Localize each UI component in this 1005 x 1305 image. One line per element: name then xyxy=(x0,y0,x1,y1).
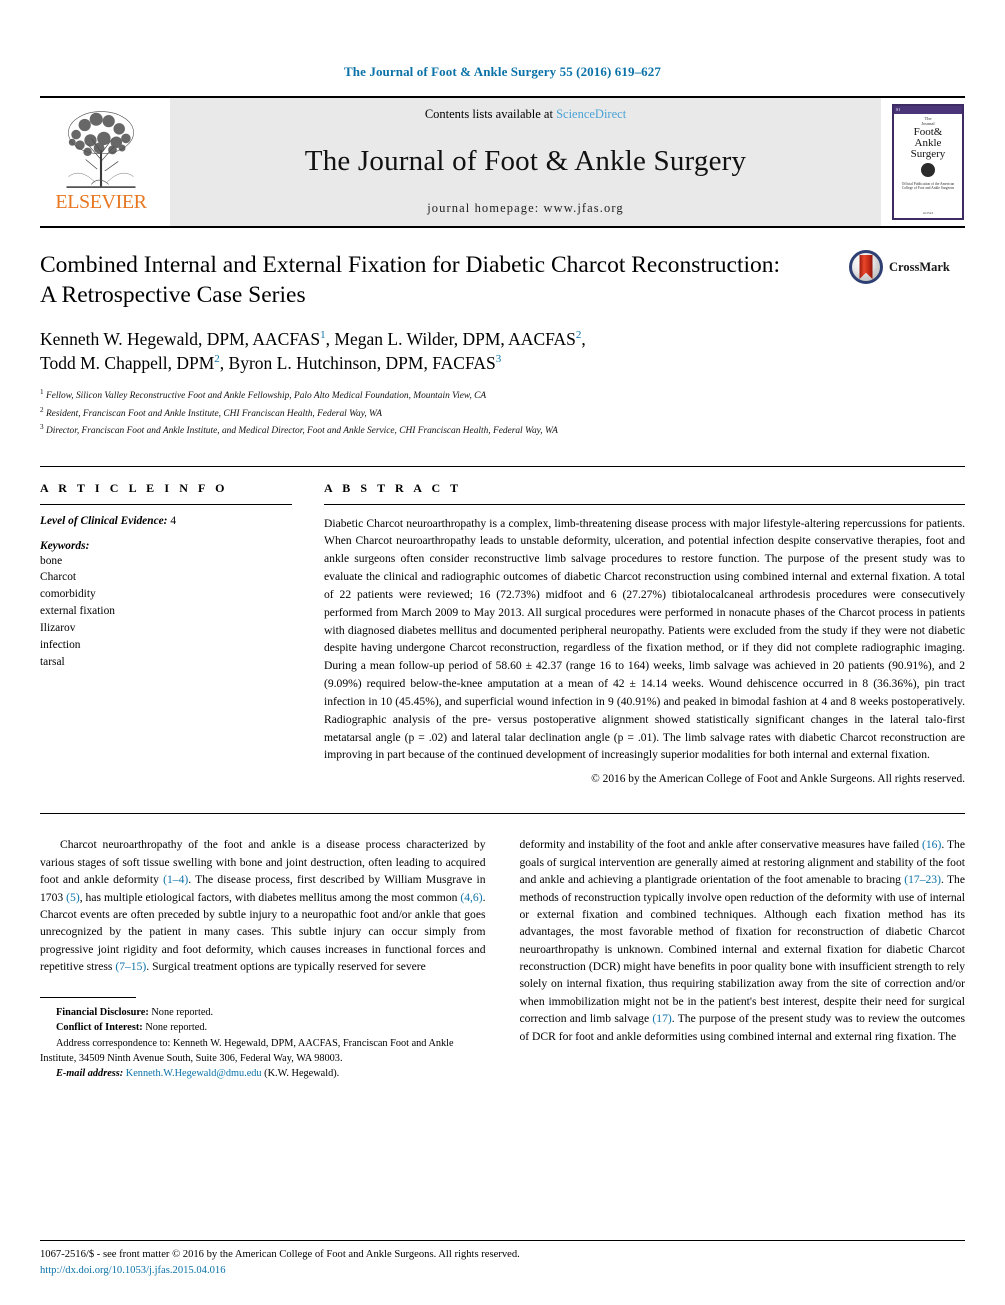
body-right-part1: deformity and instability of the foot an… xyxy=(519,838,923,852)
author-list: Kenneth W. Hegewald, DPM, AACFAS1, Megan… xyxy=(40,327,810,375)
cover-footer-text: Official Publication of the American Col… xyxy=(901,181,955,191)
author-line-1: Kenneth W. Hegewald, DPM, AACFAS1, Megan… xyxy=(40,329,586,349)
conflict-of-interest-label: Conflict of Interest: xyxy=(56,1022,143,1034)
body-column-left: Charcot neuroarthropathy of the foot and… xyxy=(40,836,486,1080)
elsevier-wordmark: ELSEVIER xyxy=(55,191,147,213)
author-line-2: Todd M. Chappell, DPM2, Byron L. Hutchin… xyxy=(40,353,501,373)
elsevier-logo-block: ELSEVIER xyxy=(40,98,162,226)
list-item: infection xyxy=(40,638,81,651)
correspondence-note: Address correspondence to: Kenneth W. He… xyxy=(40,1037,454,1064)
article-page: The Journal of Foot & Ankle Surgery 55 (… xyxy=(0,0,1005,1305)
body-right-part3: . The methods of reconstruction typicall… xyxy=(519,873,966,1026)
abstract-rule xyxy=(324,503,965,505)
journal-masthead: ELSEVIER Contents lists available at Sci… xyxy=(40,96,965,226)
article-info-heading: A R T I C L E I N F O xyxy=(40,480,229,495)
journal-homepage-line[interactable]: journal homepage: www.jfas.org xyxy=(427,201,624,216)
intro-paragraph-right: deformity and instability of the foot an… xyxy=(520,836,966,1045)
intro-paragraph-left: Charcot neuroarthropathy of the foot and… xyxy=(40,836,486,975)
list-item: Ilizarov xyxy=(40,622,76,635)
cover-topbar: S1 xyxy=(894,106,962,114)
journal-cover-thumbnail[interactable]: S1 The Journal Foot& Ankle Surgery Offic… xyxy=(892,104,964,220)
cover-title-line3: Surgery xyxy=(910,147,946,160)
email-suffix: (K.W. Hegewald). xyxy=(261,1067,340,1079)
author-1-name: Kenneth W. Hegewald, DPM, AACFAS xyxy=(40,329,321,350)
crossmark-label: CrossMark xyxy=(889,259,950,274)
list-item: external fixation xyxy=(40,605,115,618)
financial-disclosure-value: None reported. xyxy=(148,1007,214,1019)
cover-title: Foot& Ankle Surgery xyxy=(910,126,946,160)
body-columns: Charcot neuroarthropathy of the foot and… xyxy=(40,813,965,1080)
level-of-evidence-value: 4 xyxy=(170,514,177,527)
keywords-list: bone Charcot comorbidity external fixati… xyxy=(40,553,292,671)
abstract-text: Diabetic Charcot neuroarthropathy is a c… xyxy=(324,516,965,762)
contents-prefix-text: Contents lists available at xyxy=(424,107,557,121)
author-line-1-comma: , xyxy=(581,329,586,350)
list-item: comorbidity xyxy=(40,588,96,601)
journal-banner: Contents lists available at ScienceDirec… xyxy=(170,98,881,226)
citation-ref[interactable]: (17–23) xyxy=(904,873,941,886)
body-left-part5: . Surgical treatment options are typical… xyxy=(146,960,426,974)
citation-ref[interactable]: (4,6) xyxy=(460,891,482,904)
affiliation-3-marker: 3 xyxy=(40,423,44,432)
list-item: Charcot xyxy=(40,571,77,584)
abstract-column: A B S T R A C T Diabetic Charcot neuroar… xyxy=(324,480,965,786)
abstract-copyright: © 2016 by the American College of Foot a… xyxy=(591,773,965,786)
journal-cover-block: S1 The Journal Foot& Ankle Surgery Offic… xyxy=(891,98,965,226)
abstract-heading: A B S T R A C T xyxy=(324,480,462,495)
crossmark-icon xyxy=(849,250,883,284)
author-4-affiliation-marker: 3 xyxy=(495,353,502,366)
citation-ref[interactable]: (17) xyxy=(652,1012,671,1025)
page-title: Combined Internal and External Fixation … xyxy=(40,252,781,309)
keywords-label: Keywords: xyxy=(40,539,90,552)
author-4-name: , Byron L. Hutchinson, DPM, FACFAS xyxy=(219,353,496,374)
affiliation-1-text: Fellow, Silicon Valley Reconstructive Fo… xyxy=(45,391,487,402)
citation-ref[interactable]: (16) xyxy=(922,838,941,851)
level-of-evidence: Level of Clinical Evidence: 4 xyxy=(40,515,292,527)
citation-ref[interactable]: (1–4) xyxy=(163,873,188,886)
affiliation-3-text: Director, Franciscan Foot and Ankle Inst… xyxy=(45,426,558,437)
contents-available-line: Contents lists available at ScienceDirec… xyxy=(425,107,626,122)
citation-ref[interactable]: (7–15) xyxy=(115,960,146,973)
citation-ref[interactable]: (5) xyxy=(66,891,80,904)
sciencedirect-link[interactable]: ScienceDirect xyxy=(556,107,626,121)
affiliation-list: 1 Fellow, Silicon Valley Reconstructive … xyxy=(40,387,965,439)
crossmark-ribbon-shape xyxy=(859,255,873,279)
masthead-bottom-rule xyxy=(40,226,965,228)
elsevier-tree-icon xyxy=(66,111,136,188)
page-footer: 1067-2516/$ - see front matter © 2016 by… xyxy=(40,1240,965,1279)
financial-disclosure-note: Financial Disclosure: None reported. xyxy=(40,1005,486,1020)
article-info-column: A R T I C L E I N F O Level of Clinical … xyxy=(40,481,292,786)
conflict-of-interest-value: None reported. xyxy=(142,1022,208,1034)
cover-bottombar-text: ACFAS xyxy=(922,211,934,215)
level-of-evidence-label: Level of Clinical Evidence: xyxy=(40,514,168,527)
email-link[interactable]: Kenneth.W.Hegewald@dmu.edu xyxy=(126,1068,262,1079)
cover-seal-icon xyxy=(921,162,935,177)
doi-link[interactable]: http://dx.doi.org/10.1053/j.jfas.2015.04… xyxy=(40,1265,226,1276)
author-2-name: , Megan L. Wilder, DPM, AACFAS xyxy=(325,329,576,350)
email-label: E-mail address: xyxy=(56,1067,124,1079)
title-block: CrossMark Combined Internal and External… xyxy=(40,250,965,440)
running-head: The Journal of Foot & Ankle Surgery 55 (… xyxy=(344,64,661,79)
conflict-of-interest-note: Conflict of Interest: None reported. xyxy=(40,1020,486,1035)
issn-line: 1067-2516/$ - see front matter © 2016 by… xyxy=(40,1249,520,1261)
footnote-rule xyxy=(40,997,136,999)
crossmark-badge-group[interactable]: CrossMark xyxy=(849,250,965,284)
affiliation-2-text: Resident, Franciscan Foot and Ankle Inst… xyxy=(45,408,382,419)
article-info-rule xyxy=(40,503,292,505)
affiliation-item: 1 Fellow, Silicon Valley Reconstructive … xyxy=(40,387,965,404)
email-note: E-mail address: Kenneth.W.Hegewald@dmu.e… xyxy=(40,1066,486,1081)
list-item: bone xyxy=(40,554,63,567)
journal-title: The Journal of Foot & Ankle Surgery xyxy=(304,145,747,177)
list-item: tarsal xyxy=(40,655,65,668)
footnote-block: Financial Disclosure: None reported. Con… xyxy=(40,997,486,1080)
affiliation-item: 2 Resident, Franciscan Foot and Ankle In… xyxy=(40,405,965,422)
author-3-name: Todd M. Chappell, DPM xyxy=(40,353,215,374)
affiliation-item: 3 Director, Franciscan Foot and Ankle In… xyxy=(40,422,965,439)
financial-disclosure-label: Financial Disclosure: xyxy=(56,1007,149,1019)
affiliation-1-marker: 1 xyxy=(40,388,44,397)
affiliation-2-marker: 2 xyxy=(40,405,44,414)
body-column-right: deformity and instability of the foot an… xyxy=(520,836,966,1080)
body-left-part3: , has multiple etiological factors, with… xyxy=(79,890,461,904)
info-abstract-section: A R T I C L E I N F O Level of Clinical … xyxy=(40,465,965,786)
